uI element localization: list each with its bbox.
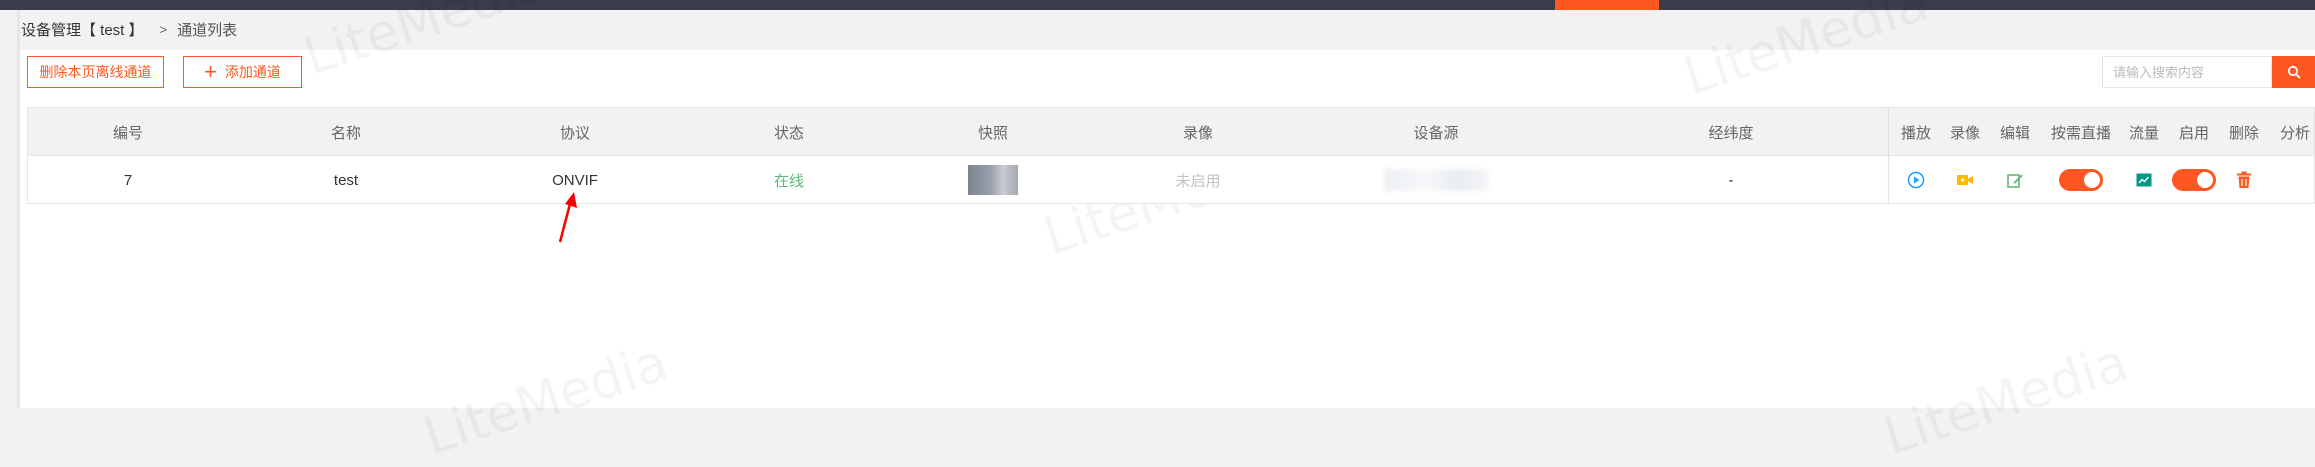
play-button[interactable] (1907, 156, 1925, 204)
add-channel-label: 添加通道 (224, 64, 281, 80)
delete-offline-channels-label: 删除本页离线通道 (39, 64, 152, 80)
search-icon (2287, 65, 2300, 79)
top-navigation-bar (0, 0, 2315, 10)
column-header-edit: 编辑 (1999, 124, 2031, 142)
toggle-knob (2197, 172, 2213, 188)
edit-button[interactable] (2006, 156, 2024, 204)
column-header-enable: 启用 (2178, 124, 2210, 142)
column-header-play: 播放 (1900, 124, 1932, 142)
column-header-on-demand: 按需直播 (2050, 124, 2112, 142)
cell-id: 7 (123, 171, 133, 189)
snapshot-thumbnail[interactable] (968, 165, 1018, 195)
search-input[interactable] (2102, 56, 2272, 88)
breadcrumb: 设备管理【 test 】 > 通道列表 (21, 14, 237, 44)
column-header-analyze: 分析 (2279, 124, 2311, 142)
video-button[interactable] (1956, 156, 1974, 204)
fixed-column-divider (1888, 108, 1889, 204)
column-header-id: 编号 (112, 124, 144, 142)
column-header-name: 名称 (330, 124, 362, 142)
video-camera-icon (1957, 175, 1973, 185)
cell-snapshot[interactable] (968, 156, 1018, 204)
cell-name: test (333, 171, 359, 189)
annotation-arrow-icon (558, 192, 577, 243)
toggle-knob (2084, 172, 2100, 188)
breadcrumb-parent[interactable]: 设备管理【 test 】 (21, 19, 144, 40)
cell-device-source (1384, 156, 1488, 204)
column-header-record: 录像 (1182, 124, 1214, 142)
search-button[interactable] (2272, 56, 2315, 88)
traffic-button[interactable] (2136, 156, 2152, 204)
plus-icon: + (204, 59, 217, 84)
channel-table: 编号 名称 协议 状态 快照 录像 设备源 经纬度 播放 录像 编辑 按需直播 … (27, 107, 2315, 204)
add-channel-button[interactable]: + 添加通道 (183, 56, 302, 88)
column-header-protocol: 协议 (559, 124, 591, 142)
column-header-snapshot: 快照 (977, 124, 1009, 142)
play-icon (1907, 171, 1925, 189)
enable-toggle[interactable] (2172, 156, 2216, 204)
column-header-device-source: 设备源 (1413, 124, 1459, 142)
active-nav-indicator (1555, 0, 1659, 10)
column-header-traffic: 流量 (2128, 124, 2160, 142)
blurred-device-source (1384, 169, 1488, 191)
delete-button[interactable] (2236, 156, 2252, 204)
cell-lnglat: - (1728, 171, 1734, 189)
column-header-lnglat: 经纬度 (1708, 124, 1754, 142)
breadcrumb-current: 通道列表 (177, 21, 238, 39)
on-demand-switch[interactable] (2059, 169, 2103, 191)
breadcrumb-separator: > (159, 21, 168, 37)
traffic-chart-icon (2136, 173, 2152, 187)
trash-icon (2237, 171, 2251, 188)
cell-record: 未启用 (1175, 172, 1221, 190)
delete-offline-channels-button[interactable]: 删除本页离线通道 (27, 56, 164, 88)
enable-switch[interactable] (2172, 169, 2216, 191)
cell-status: 在线 (773, 172, 805, 190)
column-header-delete: 删除 (2228, 124, 2260, 142)
column-header-status: 状态 (773, 124, 805, 142)
on-demand-toggle[interactable] (2059, 156, 2103, 204)
column-header-video: 录像 (1949, 124, 1981, 142)
edit-icon (2007, 174, 2023, 188)
